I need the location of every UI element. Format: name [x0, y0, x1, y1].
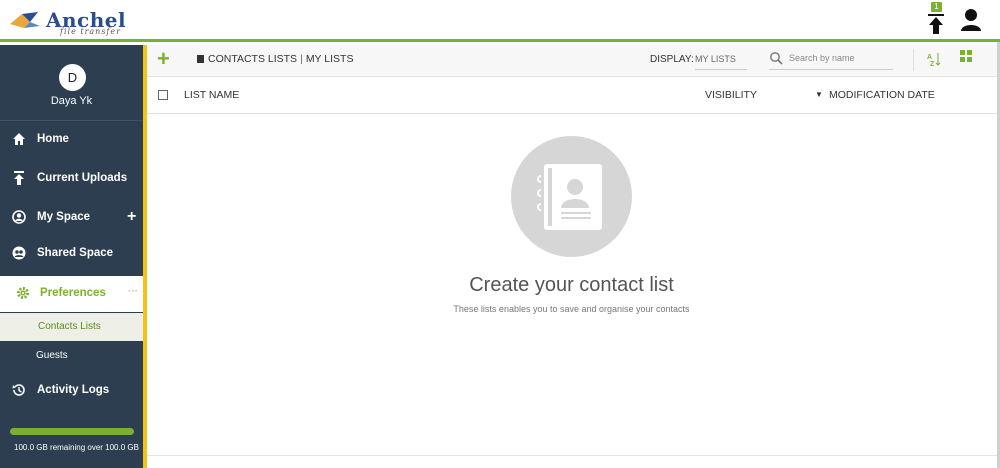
- sidebar-item-shared-space[interactable]: Shared Space: [0, 236, 143, 272]
- breadcrumb-separator: |: [300, 53, 303, 65]
- sort-az-icon[interactable]: AZ: [927, 51, 941, 67]
- footer-divider: [147, 455, 1000, 456]
- sidebar: D Daya Yk Home Current Uploads My Space …: [0, 45, 143, 468]
- empty-state-subtitle: These lists enables you to save and orga…: [453, 304, 690, 314]
- sidebar-item-label: Current Uploads: [37, 172, 128, 184]
- contact-book-icon: [537, 164, 602, 230]
- sidebar-item-current-uploads[interactable]: Current Uploads: [0, 161, 143, 197]
- profile-section: D Daya Yk: [0, 45, 143, 121]
- column-modification-date[interactable]: MODIFICATION DATE: [829, 89, 935, 101]
- sidebar-item-label: Shared Space: [37, 247, 114, 259]
- sidebar-subitem-label: Contacts Lists: [38, 321, 101, 332]
- table-header: LIST NAME VISIBILITY ▼ MODIFICATION DATE: [147, 77, 1000, 114]
- add-space-plus-icon[interactable]: +: [127, 208, 136, 226]
- anchel-logo[interactable]: Anchel file transfer: [8, 6, 138, 36]
- user-circle-icon: [12, 210, 26, 224]
- column-visibility[interactable]: VISIBILITY: [705, 89, 757, 101]
- breadcrumb: CONTACTS LISTS | MY LISTS: [197, 53, 353, 65]
- empty-state-title: Create your contact list: [469, 274, 674, 296]
- column-list-name[interactable]: LIST NAME: [184, 89, 239, 101]
- upload-icon: [14, 171, 24, 185]
- logo-icon: [10, 12, 40, 28]
- display-select[interactable]: MY LISTS: [695, 48, 747, 70]
- sidebar-item-label: My Space: [37, 211, 91, 223]
- breadcrumb-my-lists[interactable]: MY LISTS: [306, 53, 354, 65]
- shared-users-icon: [12, 246, 26, 260]
- sidebar-subitem-contacts-lists[interactable]: Contacts Lists: [0, 313, 143, 341]
- grid-view-icon[interactable]: [960, 50, 972, 62]
- sidebar-item-home[interactable]: Home: [0, 122, 143, 158]
- storage-text: 100.0 GB remaining over 100.0 GB: [14, 443, 139, 452]
- sidebar-item-my-space[interactable]: My Space +: [0, 200, 143, 236]
- toolbar-divider: [913, 49, 914, 71]
- home-icon: [13, 133, 25, 145]
- history-icon: [12, 384, 25, 396]
- sidebar-item-activity-logs[interactable]: Activity Logs: [0, 373, 143, 409]
- svg-text:Z: Z: [930, 61, 935, 67]
- user-icon: [961, 9, 981, 31]
- contacts-book-icon: [197, 55, 204, 63]
- sidebar-subitem-label: Guests: [36, 350, 68, 361]
- sidebar-item-label: Home: [37, 133, 69, 145]
- upload-count-badge: 1: [931, 2, 942, 12]
- breadcrumb-contacts-lists[interactable]: CONTACTS LISTS: [208, 53, 297, 65]
- sidebar-item-label: Preferences: [40, 287, 106, 299]
- search-input[interactable]: [789, 50, 889, 66]
- more-dots-icon[interactable]: ···: [128, 286, 138, 297]
- sidebar-item-label: Activity Logs: [37, 384, 110, 396]
- user-menu-button[interactable]: [960, 8, 984, 34]
- select-all-checkbox[interactable]: [158, 90, 168, 100]
- brand-tagline: file transfer: [60, 27, 121, 36]
- search-box: [769, 48, 893, 70]
- upload-tray-icon: [928, 14, 944, 34]
- toolbar: + CONTACTS LISTS | MY LISTS DISPLAY: MY LI…: [147, 45, 1000, 77]
- sidebar-subitem-guests[interactable]: Guests: [0, 342, 143, 370]
- uploads-button[interactable]: 1: [924, 2, 948, 38]
- storage-progress-bar: [10, 428, 134, 435]
- user-name: Daya Yk: [50, 95, 93, 107]
- sidebar-item-preferences[interactable]: Preferences ···: [0, 276, 143, 312]
- svg-text:A: A: [927, 54, 932, 61]
- top-header: Anchel file transfer 1: [0, 0, 1000, 42]
- empty-state-illustration: [511, 136, 632, 257]
- search-icon[interactable]: [769, 51, 783, 65]
- display-label: DISPLAY:: [650, 54, 694, 65]
- gear-icon: [17, 287, 29, 299]
- add-list-button[interactable]: +: [157, 46, 170, 72]
- avatar[interactable]: D: [59, 64, 86, 91]
- sort-caret-icon[interactable]: ▼: [815, 90, 823, 99]
